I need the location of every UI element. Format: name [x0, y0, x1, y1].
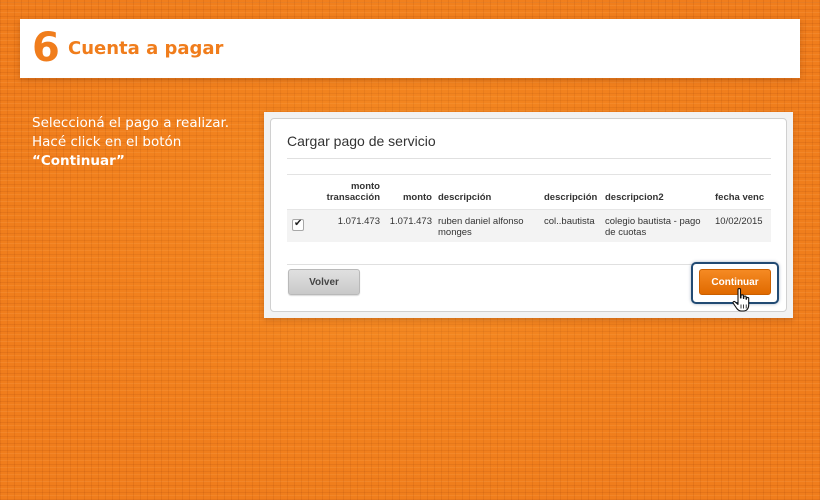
column-header-monto-transaccion: monto transacción: [326, 181, 380, 203]
instruction-line-2: Hacé click en el botón: [32, 134, 182, 150]
payment-panel: Cargar pago de servicio monto transacció…: [270, 118, 787, 312]
column-header-descripcion2: descripcion2: [605, 192, 664, 203]
cell-descripcion: ruben daniel alfonso monges: [435, 209, 541, 242]
title-divider: [287, 158, 771, 159]
payments-table: monto transacción monto descripción desc…: [287, 177, 771, 242]
volver-button[interactable]: Volver: [288, 269, 360, 295]
hand-pointer-icon: [732, 288, 750, 312]
cell-monto-transaccion: 1.071.473: [309, 209, 383, 242]
step-title: Cuenta a pagar: [68, 38, 224, 59]
step-number: 6: [32, 25, 60, 71]
column-header-fecha-venc: fecha venc: [715, 192, 765, 203]
cell-fecha-venc: 10/02/2015: [712, 209, 771, 242]
column-header-select: [287, 177, 309, 210]
step-header: 6 Cuenta a pagar: [20, 19, 800, 78]
cell-monto: 1.071.473: [383, 209, 435, 242]
screenshot-card: Cargar pago de servicio monto transacció…: [264, 112, 793, 318]
check-icon: ✔: [294, 218, 303, 229]
cell-descripcion-b: col..bautista: [541, 209, 602, 242]
panel-title: Cargar pago de servicio: [287, 133, 436, 149]
row-select-cell: ✔: [287, 209, 309, 242]
column-header-descripcion: descripción: [438, 192, 492, 203]
instruction-line-1: Seleccioná el pago a realizar.: [32, 115, 230, 131]
column-header-descripcion-b: descripción: [544, 192, 598, 203]
table-header-row: monto transacción monto descripción desc…: [287, 177, 771, 210]
column-header-monto: monto: [402, 192, 432, 203]
row-checkbox[interactable]: ✔: [292, 218, 304, 231]
table-row[interactable]: ✔ 1.071.473 1.071.473 ruben daniel alfon…: [287, 209, 771, 242]
instructions-text: Seleccioná el pago a realizar. Hacé clic…: [32, 114, 252, 171]
instruction-line-3: “Continuar”: [32, 153, 125, 169]
cell-descripcion2: colegio bautista - pago de cuotas: [602, 209, 712, 242]
table-top-divider: [287, 174, 771, 175]
